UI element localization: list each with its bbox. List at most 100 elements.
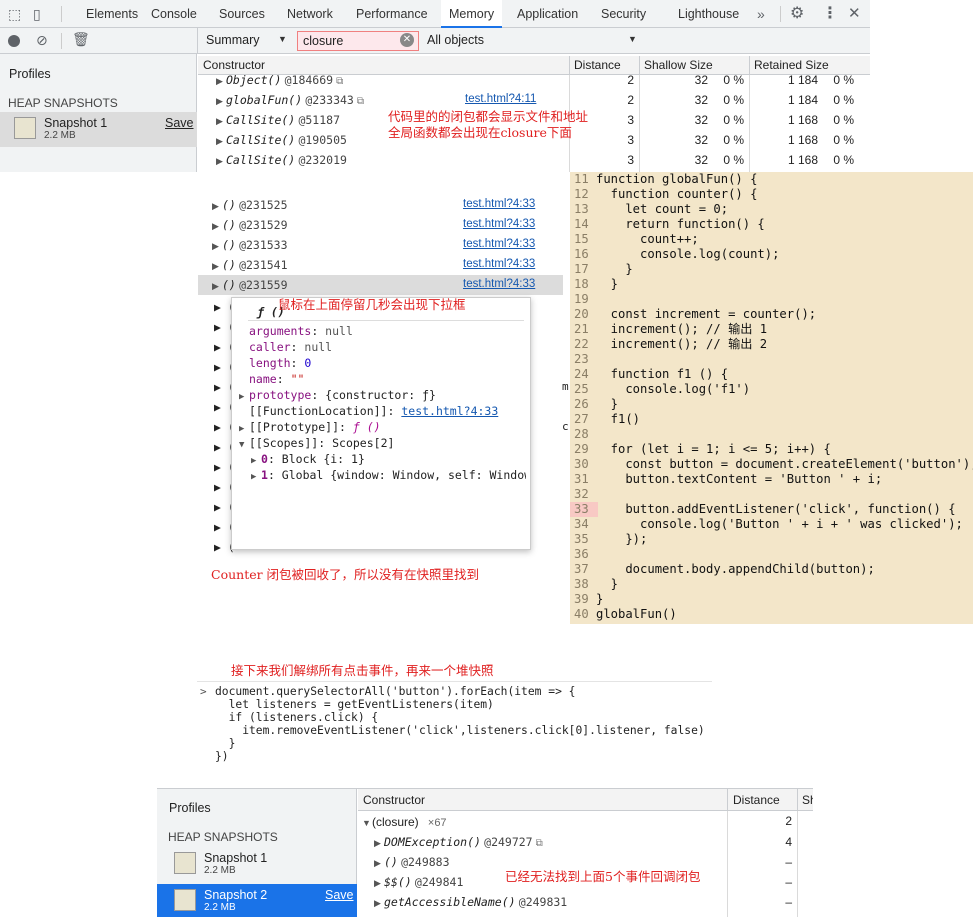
collapse-triangle-icon[interactable]: ▼ [362, 813, 372, 833]
code-line: 18 } [570, 277, 618, 292]
tab-memory[interactable]: Memory [441, 0, 503, 28]
expand-triangle-icon[interactable]: ▶ [251, 469, 261, 483]
line-number: 36 [574, 547, 589, 561]
collapse-triangle-icon[interactable]: ▼ [239, 437, 249, 453]
expand-triangle-icon[interactable]: ▶ [212, 236, 222, 256]
expand-triangle-icon[interactable]: ▶ [216, 111, 226, 131]
tab-performance[interactable]: Performance [348, 0, 436, 28]
expand-triangle-icon[interactable]: ▶ [212, 276, 222, 296]
source-link[interactable]: test.html?4:33 [463, 258, 535, 270]
tab-sources[interactable]: Sources [211, 0, 273, 28]
profiles-sidebar: Profiles HEAP SNAPSHOTS Snapshot 1 2.2 M… [0, 54, 197, 172]
trash-icon[interactable]: 🗑 [72, 31, 90, 48]
line-text: document.body.appendChild(button); [596, 562, 875, 576]
tab-network[interactable]: Network [279, 0, 341, 28]
source-code-panel: 11 function globalFun() {12 function coun… [570, 172, 973, 624]
snapshot-1-item[interactable]: Snapshot 1 2.2 MB [157, 847, 357, 882]
closure-row[interactable]: ▶() @231529 test.html?4:33 [198, 215, 563, 235]
tab-elements[interactable]: Elements [78, 0, 146, 28]
snapshot-name: Snapshot 2 [204, 888, 268, 902]
line-text: function f1 () { [596, 367, 729, 381]
inspect-element-icon[interactable]: ⬚ [8, 0, 21, 28]
copy-icon[interactable]: ⧉ [357, 96, 364, 107]
closure-group-row[interactable]: ▼(closure) ×67 [362, 812, 447, 832]
code-line: 36 [570, 547, 596, 562]
close-icon[interactable]: ✕ [848, 0, 861, 28]
table-row[interactable]: ▶ CallSite() @232019 [216, 150, 347, 170]
expand-triangle-icon[interactable]: ▶ [374, 873, 384, 893]
table-row[interactable]: ▶ Object() @184669 ⧉ [216, 70, 343, 90]
expand-triangle-icon[interactable]: ▶ [212, 196, 222, 216]
shallow-size-cell: 32 [694, 153, 708, 167]
code-line: 35 }); [570, 532, 647, 547]
closure-row[interactable]: ▶() @231525 test.html?4:33 [198, 195, 563, 215]
kebab-menu-icon[interactable]: ⋮ [822, 0, 838, 28]
source-link[interactable]: test.html?4:33 [463, 218, 535, 230]
retained-size-cell: 1 184 [787, 73, 818, 87]
col-distance[interactable]: Distance [727, 789, 797, 811]
retained-percent-cell: 0 % [833, 133, 854, 147]
table-row[interactable]: ▶ CallSite() @190505 [216, 130, 347, 150]
snapshot-2-item[interactable]: Snapshot 2 2.2 MB Save [157, 884, 357, 917]
line-text: }); [596, 532, 648, 546]
closure-row-content: ▶() @231559 [212, 275, 288, 295]
clear-icon[interactable]: ⊘ [36, 32, 48, 49]
expand-triangle-icon[interactable]: ▶ [216, 151, 226, 171]
source-link[interactable]: test.html?4:33 [463, 198, 535, 210]
expand-triangle-icon[interactable]: ▶ [216, 131, 226, 151]
constructor-name: () [222, 238, 236, 252]
col-constructor[interactable]: Constructor [358, 789, 727, 811]
table-row[interactable]: ▶ CallSite() @51187 [216, 110, 340, 130]
line-text: f1() [596, 412, 641, 426]
source-link[interactable]: test.html?4:33 [463, 238, 535, 250]
clear-search-icon[interactable]: ✕ [400, 33, 414, 47]
scope-select[interactable]: All objects [427, 33, 484, 47]
scope-index: 1 [261, 468, 268, 482]
table-row[interactable]: ▶() @249883 [374, 852, 450, 872]
copy-icon[interactable]: ⧉ [536, 838, 543, 849]
filter-input[interactable]: closure ✕ [297, 31, 419, 51]
expand-triangle-icon[interactable]: ▶ [212, 256, 222, 276]
table-row[interactable]: ▶ DOMException() @249727 ⧉ [374, 832, 543, 852]
save-link[interactable]: Save [165, 116, 194, 130]
console-input[interactable]: document.querySelectorAll('button').forE… [215, 685, 705, 763]
expand-triangle-icon[interactable]: ▶ [374, 893, 384, 913]
copy-icon[interactable]: ⧉ [336, 76, 343, 87]
view-select[interactable]: Summary [206, 33, 259, 47]
source-link[interactable]: test.html?4:33 [463, 278, 535, 290]
closure-row[interactable]: ▶() @231533 test.html?4:33 [198, 235, 563, 255]
closure-row[interactable]: ▶() @231559 test.html?4:33 [198, 275, 563, 295]
function-location-link[interactable]: test.html?4:33 [401, 404, 498, 418]
object-id: @233343 [305, 93, 354, 107]
line-number: 22 [574, 337, 589, 351]
record-icon[interactable] [8, 35, 20, 47]
console-line: if (listeners.click) { [215, 711, 379, 724]
tab-lighthouse[interactable]: Lighthouse [670, 0, 747, 28]
snapshot-1-item[interactable]: Snapshot 1 2.2 MB Save [0, 112, 197, 147]
constructor-name: CallSite() [226, 133, 296, 147]
save-link[interactable]: Save [325, 888, 354, 902]
expand-triangle-icon[interactable]: ▶ [216, 71, 226, 91]
expand-triangle-icon[interactable]: ▶ [374, 853, 384, 873]
code-line: 21 increment(); // 输出 1 [570, 322, 767, 337]
closure-row[interactable]: ▶() @231541 test.html?4:33 [198, 255, 563, 275]
col-shallow[interactable]: Sh [797, 789, 813, 811]
tab-security[interactable]: Security [593, 0, 654, 28]
expand-triangle-icon[interactable]: ▶ [374, 833, 384, 853]
device-toolbar-icon[interactable]: ▯ [33, 0, 41, 28]
distance-cell: 3 [627, 133, 634, 147]
divider [639, 75, 640, 172]
table-row[interactable]: ▶ getAccessibleName() @249831 [374, 892, 567, 912]
prop-key: caller [249, 340, 291, 354]
tab-console[interactable]: Console [143, 0, 205, 28]
expand-triangle-icon[interactable]: ▶ [212, 216, 222, 236]
source-link[interactable]: test.html?4:11 [465, 93, 536, 105]
expand-triangle-icon[interactable]: ▶ [216, 91, 226, 111]
code-line: 31 button.textContent = 'Button ' + i; [570, 472, 882, 487]
table-row[interactable]: ▶ $$() @249841 [374, 872, 463, 892]
table-row[interactable]: ▶ globalFun() @233343 ⧉ [216, 90, 364, 110]
gear-icon[interactable]: ⚙ [790, 0, 804, 28]
more-tabs-icon[interactable]: » [757, 0, 765, 28]
expand-triangle-icon[interactable]: ▶ [239, 389, 249, 405]
tab-application[interactable]: Application [509, 0, 586, 28]
